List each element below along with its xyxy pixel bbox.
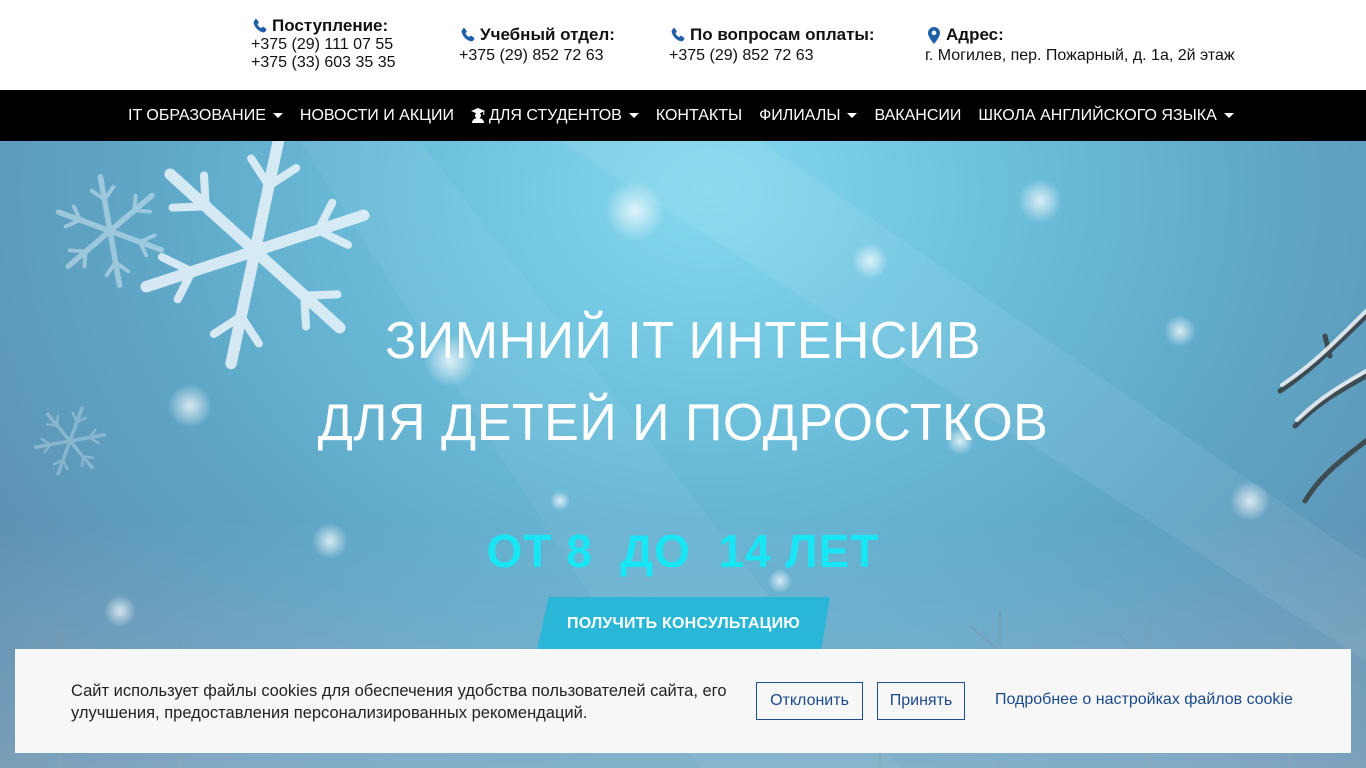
phone-link[interactable]: +375 (29) 852 72 63 (459, 47, 615, 65)
caret-down-icon (1223, 113, 1234, 118)
phone-link[interactable]: +375 (29) 852 72 63 (669, 47, 875, 65)
main-nav: IT образование Новости и акции Для студе… (0, 90, 1366, 141)
nav-item-vacancies[interactable]: Вакансии (874, 107, 961, 125)
phone-icon (459, 26, 477, 44)
contact-title: Учебный отдел: (480, 25, 615, 44)
graduation-cap-icon (471, 108, 485, 123)
nav-item-contacts[interactable]: Контакты (656, 107, 742, 125)
nav-item-students[interactable]: Для студентов (471, 107, 639, 125)
phone-icon (251, 17, 269, 35)
contact-study-dept: Учебный отдел: +375 (29) 852 72 63 (459, 25, 615, 65)
nav-item-branches[interactable]: Филиалы (759, 107, 858, 125)
phone-icon (669, 26, 687, 44)
contact-admission: Поступление: +375 (29) 111 07 55 +375 (3… (251, 16, 396, 72)
cookie-banner: Сайт использует файлы cookies для обеспе… (15, 649, 1351, 753)
address-text: г. Могилев, пер. Пожарный, д. 1а, 2й эта… (925, 47, 1235, 64)
cookie-message: Сайт использует файлы cookies для обеспе… (71, 682, 727, 722)
contact-title: По вопросам оплаты: (690, 25, 875, 44)
cookie-settings-link[interactable]: Подробнее о настройках файлов cookie (995, 691, 1293, 709)
phone-link[interactable]: +375 (29) 111 07 55 (251, 36, 396, 54)
accept-cookies-button[interactable]: Принять (877, 682, 965, 720)
hero-title-line1: ЗИМНИЙ IT ИНТЕНСИВ (384, 312, 982, 370)
consultation-button[interactable]: Получить консультацию (537, 597, 830, 650)
nav-item-news[interactable]: Новости и акции (300, 107, 454, 125)
hero-title-line2: ДЛЯ ДЕТЕЙ И ПОДРОСТКОВ (317, 394, 1049, 452)
caret-down-icon (847, 113, 858, 118)
map-marker-icon (925, 26, 943, 44)
hero-age-range: ОТ 8 ДО 14 ЛЕТ (486, 525, 880, 577)
contact-address: Адрес: г. Могилев, пер. Пожарный, д. 1а,… (925, 25, 1235, 65)
phone-link[interactable]: +375 (33) 603 35 35 (251, 54, 396, 72)
contact-title: Адрес: (946, 25, 1004, 44)
nav-item-it-education[interactable]: IT образование (128, 107, 283, 125)
nav-item-english-school[interactable]: Школа английского языка (978, 107, 1234, 125)
contact-payment: По вопросам оплаты: +375 (29) 852 72 63 (669, 25, 875, 65)
decline-cookies-button[interactable]: Отклонить (756, 682, 863, 720)
contact-title: Поступление: (272, 16, 389, 35)
caret-down-icon (272, 113, 283, 118)
contact-bar: Поступление: +375 (29) 111 07 55 +375 (3… (0, 0, 1366, 90)
caret-down-icon (628, 113, 639, 118)
